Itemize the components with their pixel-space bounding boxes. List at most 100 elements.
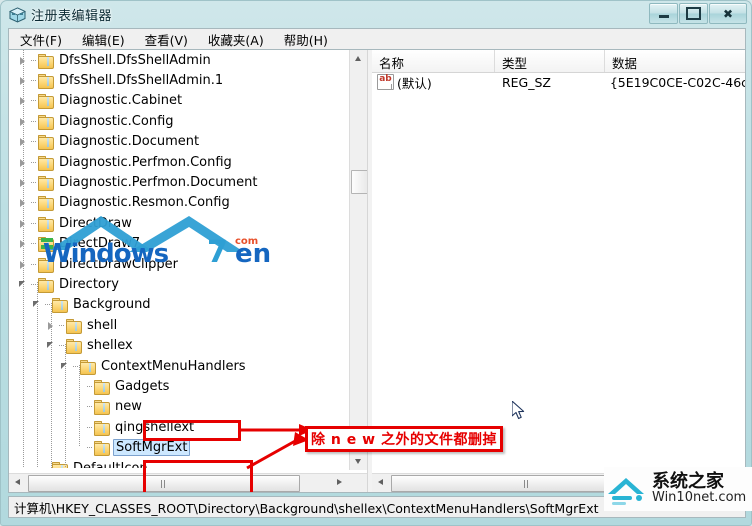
folder-icon xyxy=(94,379,110,395)
tree-scroll-thumb[interactable] xyxy=(351,170,367,194)
tree-item-diagnostic-resmon-config[interactable]: Diagnostic.Resmon.Config xyxy=(9,193,349,213)
tree-item-gadgets[interactable]: Gadgets xyxy=(9,376,349,396)
tree-item-new[interactable]: new xyxy=(9,397,349,417)
table-row[interactable]: (默认) REG_SZ {5E19C0CE-C02C-46c2 xyxy=(372,72,745,92)
tree-guide-line xyxy=(51,303,52,468)
tree-item-label: ContextMenuHandlers xyxy=(101,358,246,374)
minimize-button[interactable] xyxy=(649,3,678,24)
tree-item-directory[interactable]: Directory xyxy=(9,274,349,294)
tree-guide-line xyxy=(65,344,66,468)
folder-icon xyxy=(38,94,54,110)
tree-connector xyxy=(31,156,38,169)
title-bar[interactable]: 注册表编辑器 ✖ xyxy=(1,1,752,26)
column-header-data[interactable]: 数据 xyxy=(605,50,745,72)
tree-item-label: Diagnostic.Config xyxy=(59,113,174,129)
folder-icon xyxy=(38,155,54,171)
tree-connector xyxy=(31,258,38,271)
tree-item-label: Diagnostic.Resmon.Config xyxy=(59,195,230,211)
tree-item-directdrawclipper[interactable]: DirectDrawClipper xyxy=(9,254,349,274)
tree-item-label: Diagnostic.Perfmon.Config xyxy=(59,154,232,170)
tree-connector xyxy=(31,237,38,250)
tree-connector xyxy=(31,135,38,148)
tree-connector xyxy=(31,74,38,87)
tree-item-label: DirectDraw7 xyxy=(59,236,141,252)
maximize-icon xyxy=(680,4,707,23)
tree-connector xyxy=(87,421,94,434)
title-bar-left: 注册表编辑器 xyxy=(9,5,112,24)
tree-item-label: DfsShell.DfsShellAdmin.1 xyxy=(59,73,224,89)
close-button[interactable]: ✖ xyxy=(709,3,747,24)
mouse-cursor xyxy=(511,400,526,421)
tree-item-diagnostic-perfmon-config[interactable]: Diagnostic.Perfmon.Config xyxy=(9,152,349,172)
tree-item-contextmenuhandlers[interactable]: ContextMenuHandlers xyxy=(9,356,349,376)
folder-icon xyxy=(66,339,82,355)
close-icon: ✖ xyxy=(722,6,734,21)
tree-item-label: shell xyxy=(87,317,118,333)
folder-icon xyxy=(66,318,82,334)
tree-connector xyxy=(87,400,94,413)
tree-item-dfsshell-dfsshelladmin-1[interactable]: DfsShell.DfsShellAdmin.1 xyxy=(9,70,349,90)
tree-item-label: new xyxy=(115,399,142,415)
values-scroll-left-button[interactable] xyxy=(372,474,389,491)
tree-item-label: Diagnostic.Document xyxy=(59,134,200,150)
annotation-box-gadgets xyxy=(143,420,241,441)
folder-icon xyxy=(38,53,54,69)
folder-icon xyxy=(38,114,54,130)
maximize-button[interactable] xyxy=(679,3,708,24)
tree-item-label: Diagnostic.Perfmon.Document xyxy=(59,175,258,191)
scroll-left-button[interactable] xyxy=(9,474,26,491)
client-area: DfsShell.DfsShellAdmin DfsShell.DfsShellA… xyxy=(8,49,746,493)
tree-item-background[interactable]: Background xyxy=(9,295,349,315)
menu-help[interactable]: 帮助(H) xyxy=(275,28,337,51)
window-title: 注册表编辑器 xyxy=(31,9,113,24)
tree-connector xyxy=(59,319,66,332)
annotation-text: 除 n e w 之外的文件都删掉 xyxy=(311,432,497,448)
tree-item-label: Gadgets xyxy=(115,378,170,394)
tree-item-label: DirectDraw xyxy=(59,215,132,231)
registry-tree[interactable]: DfsShell.DfsShellAdmin DfsShell.DfsShellA… xyxy=(9,50,349,468)
tree-item-diagnostic-document[interactable]: Diagnostic.Document xyxy=(9,132,349,152)
tree-connector xyxy=(87,380,94,393)
tree-guide-line xyxy=(37,282,38,468)
scroll-down-button[interactable] xyxy=(350,453,367,470)
menu-edit[interactable]: 编辑(E) xyxy=(73,28,134,51)
scroll-right-button[interactable] xyxy=(332,474,349,491)
tree-item-label: SoftMgrExt xyxy=(113,439,191,457)
folder-icon xyxy=(94,441,110,457)
value-data: {5E19C0CE-C02C-46c2 xyxy=(609,74,746,90)
menu-bar: 文件(F) 编辑(E) 查看(V) 收藏夹(A) 帮助(H) xyxy=(8,28,746,49)
tree-item-label: Background xyxy=(73,297,151,313)
tree-item-diagnostic-cabinet[interactable]: Diagnostic.Cabinet xyxy=(9,91,349,111)
watermark-url: Win10net.com xyxy=(652,489,747,505)
tree-item-diagnostic-config[interactable]: Diagnostic.Config xyxy=(9,111,349,131)
tree-connector xyxy=(31,115,38,128)
folder-icon xyxy=(38,277,54,293)
tree-connector xyxy=(87,441,94,454)
value-name: (默认) xyxy=(397,75,432,91)
folder-icon xyxy=(94,400,110,416)
tree-item-diagnostic-perfmon-document[interactable]: Diagnostic.Perfmon.Document xyxy=(9,172,349,192)
menu-file[interactable]: 文件(F) xyxy=(11,28,71,51)
registry-editor-window: 注册表编辑器 ✖ 文件(F) 编辑(E) 查看(V) 收藏夹(A) 帮助(H) … xyxy=(0,0,752,526)
watermark-xitongzhijia: 系统之家 Win10net.com xyxy=(604,467,752,511)
registry-editor-icon xyxy=(9,6,26,23)
tree-item-shellex[interactable]: shellex xyxy=(9,335,349,355)
tree-item-directdraw[interactable]: DirectDraw xyxy=(9,213,349,233)
column-header-type[interactable]: 类型 xyxy=(495,50,605,72)
value-type: REG_SZ xyxy=(501,74,551,90)
folder-icon xyxy=(38,196,54,212)
scroll-up-button[interactable] xyxy=(350,50,367,67)
string-value-icon xyxy=(377,74,394,90)
tree-item-label: shellex xyxy=(87,338,133,354)
tree-item-label: DefaultIcon xyxy=(73,460,148,469)
tree-vertical-scrollbar[interactable] xyxy=(349,50,367,470)
folder-icon xyxy=(38,216,54,232)
folder-icon xyxy=(38,176,54,192)
tree-item-shell[interactable]: shell xyxy=(9,315,349,335)
menu-favorites[interactable]: 收藏夹(A) xyxy=(199,28,273,51)
menu-view[interactable]: 查看(V) xyxy=(136,28,197,51)
tree-item-directdraw7[interactable]: DirectDraw7 xyxy=(9,234,349,254)
annotation-callout: 除 n e w 之外的文件都删掉 xyxy=(305,426,503,452)
column-header-name[interactable]: 名称 xyxy=(372,50,495,72)
tree-item-dfsshell-dfsshelladmin[interactable]: DfsShell.DfsShellAdmin xyxy=(9,50,349,70)
